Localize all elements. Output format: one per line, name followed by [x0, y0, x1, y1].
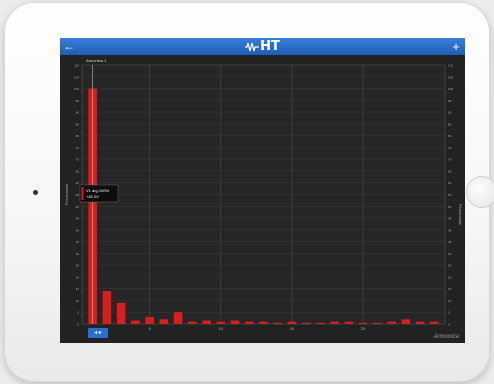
- y-tick-label-right: 30: [448, 252, 452, 256]
- y-axis-label-right: Percentuale: [458, 204, 463, 226]
- y-tick-label-right: 75: [448, 146, 452, 150]
- y-tick-label-right: 0: [448, 323, 450, 327]
- add-icon[interactable]: +: [447, 38, 465, 55]
- y-tick-label-left: 0: [77, 323, 79, 327]
- y-tick-label-right: 85: [448, 122, 452, 126]
- y-tick-label-left: 95: [76, 99, 80, 103]
- harmonic-bar[interactable]: [230, 320, 240, 324]
- x-tick-label: 15: [290, 326, 295, 331]
- y-tick-label-right: 95: [448, 99, 452, 103]
- y-tick-label-left: 15: [76, 287, 80, 291]
- y-tick-label-left: 50: [76, 205, 80, 209]
- tooltip-line-2: +40.2V: [86, 194, 99, 199]
- camera-dot: [33, 190, 38, 195]
- harmonic-bar[interactable]: [401, 319, 411, 324]
- series-label: Armonica 1: [86, 58, 107, 63]
- y-tick-label-left: 55: [76, 193, 80, 197]
- harmonic-bar[interactable]: [173, 312, 183, 324]
- ht-logo: HT: [245, 39, 280, 54]
- y-tick-label-right: 110: [448, 64, 453, 68]
- y-tick-label-left: 105: [74, 75, 79, 79]
- harmonic-bar[interactable]: [387, 321, 396, 324]
- x-axis-title: Armonica: [433, 334, 459, 340]
- tooltip-line-1: V1 arg.100%: [86, 188, 110, 193]
- y-tick-label-right: 25: [448, 264, 452, 268]
- y-tick-label-left: 30: [76, 252, 80, 256]
- y-tick-label-left: 10: [76, 299, 80, 303]
- harmonic-bar[interactable]: [145, 316, 154, 324]
- top-bar: ← HT +: [60, 38, 465, 55]
- y-tick-label-left: 45: [76, 217, 80, 221]
- harmonic-bar[interactable]: [316, 322, 325, 324]
- y-tick-label-left: 5: [77, 311, 79, 315]
- harmonic-bar[interactable]: [358, 322, 368, 324]
- harmonic-nav-button[interactable]: ◂ ▸: [88, 328, 108, 338]
- y-tick-label-right: 40: [448, 228, 452, 232]
- harmonics-chart-svg: 0 05 510 1015 1520 2025 2530 3035 3540 4045 4550 50…: [64, 64, 463, 332]
- logo-text: HT: [260, 39, 280, 54]
- y-tick-label-left: 60: [76, 181, 80, 185]
- x-tick-label: 20: [361, 326, 366, 331]
- y-tick-label-right: 35: [448, 240, 452, 244]
- y-tick-label-right: 65: [448, 169, 452, 173]
- harmonic-bar[interactable]: [373, 322, 382, 324]
- harmonic-bar[interactable]: [131, 320, 140, 324]
- harmonic-bar[interactable]: [102, 291, 112, 324]
- y-tick-label-right: 70: [448, 158, 452, 162]
- y-tick-label-left: 40: [76, 228, 80, 232]
- y-tick-label-right: 10: [448, 299, 452, 303]
- back-arrow-icon[interactable]: ←: [60, 38, 78, 55]
- y-tick-label-left: 80: [76, 134, 80, 138]
- y-axis-label-left: Percentuale: [64, 183, 69, 205]
- y-tick-label-right: 45: [448, 217, 452, 221]
- harmonic-bar[interactable]: [301, 322, 311, 324]
- y-tick-label-left: 85: [76, 122, 80, 126]
- app-screen: ← HT + 0 0 5 5 10 10 15 15 20 20 25 25 30 30 35 35 40 40 4…: [60, 38, 465, 343]
- y-tick-label-right: 20: [448, 275, 452, 279]
- y-tick-label-right: 80: [448, 134, 452, 138]
- home-button[interactable]: [466, 176, 494, 208]
- y-tick-label-right: 15: [448, 287, 452, 291]
- harmonic-bar[interactable]: [415, 321, 425, 324]
- y-tick-label-left: 110: [74, 64, 79, 68]
- harmonics-chart: 0 0 5 5 10 10 15 15 20 20 25 25 30 30 35 35 40 40 45 45 50 50…: [60, 55, 465, 343]
- y-tick-label-right: 90: [448, 111, 452, 115]
- y-tick-label-left: 75: [76, 146, 80, 150]
- harmonic-bar[interactable]: [330, 321, 339, 324]
- tooltip-color-swatch: [81, 187, 84, 200]
- y-tick-label-right: 100: [448, 87, 453, 91]
- x-tick-label: 5: [149, 326, 152, 331]
- harmonic-bar[interactable]: [202, 320, 211, 324]
- harmonic-bar[interactable]: [273, 322, 283, 324]
- harmonic-bar[interactable]: [287, 321, 297, 324]
- harmonic-bar[interactable]: [259, 321, 268, 324]
- harmonic-bar[interactable]: [430, 321, 439, 324]
- harmonic-bar[interactable]: [244, 321, 254, 324]
- y-tick-label-left: 100: [74, 87, 79, 91]
- y-tick-label-right: 50: [448, 205, 452, 209]
- harmonic-bar[interactable]: [188, 321, 197, 324]
- harmonic-bar[interactable]: [116, 302, 126, 324]
- y-tick-label-left: 70: [76, 158, 80, 162]
- y-tick-label-left: 25: [76, 264, 80, 268]
- y-tick-label-left: 90: [76, 111, 80, 115]
- y-tick-label-left: 20: [76, 275, 80, 279]
- y-tick-label-right: 60: [448, 181, 452, 185]
- harmonic-bar[interactable]: [159, 319, 169, 324]
- y-tick-label-left: 65: [76, 169, 80, 173]
- y-tick-label-right: 5: [448, 311, 450, 315]
- waveform-icon: [245, 42, 260, 51]
- harmonic-bar[interactable]: [216, 321, 226, 324]
- y-tick-label-right: 105: [448, 75, 453, 79]
- x-tick-label: 10: [219, 326, 224, 331]
- harmonic-bar[interactable]: [344, 321, 354, 324]
- y-tick-label-right: 55: [448, 193, 452, 197]
- y-tick-label-left: 35: [76, 240, 80, 244]
